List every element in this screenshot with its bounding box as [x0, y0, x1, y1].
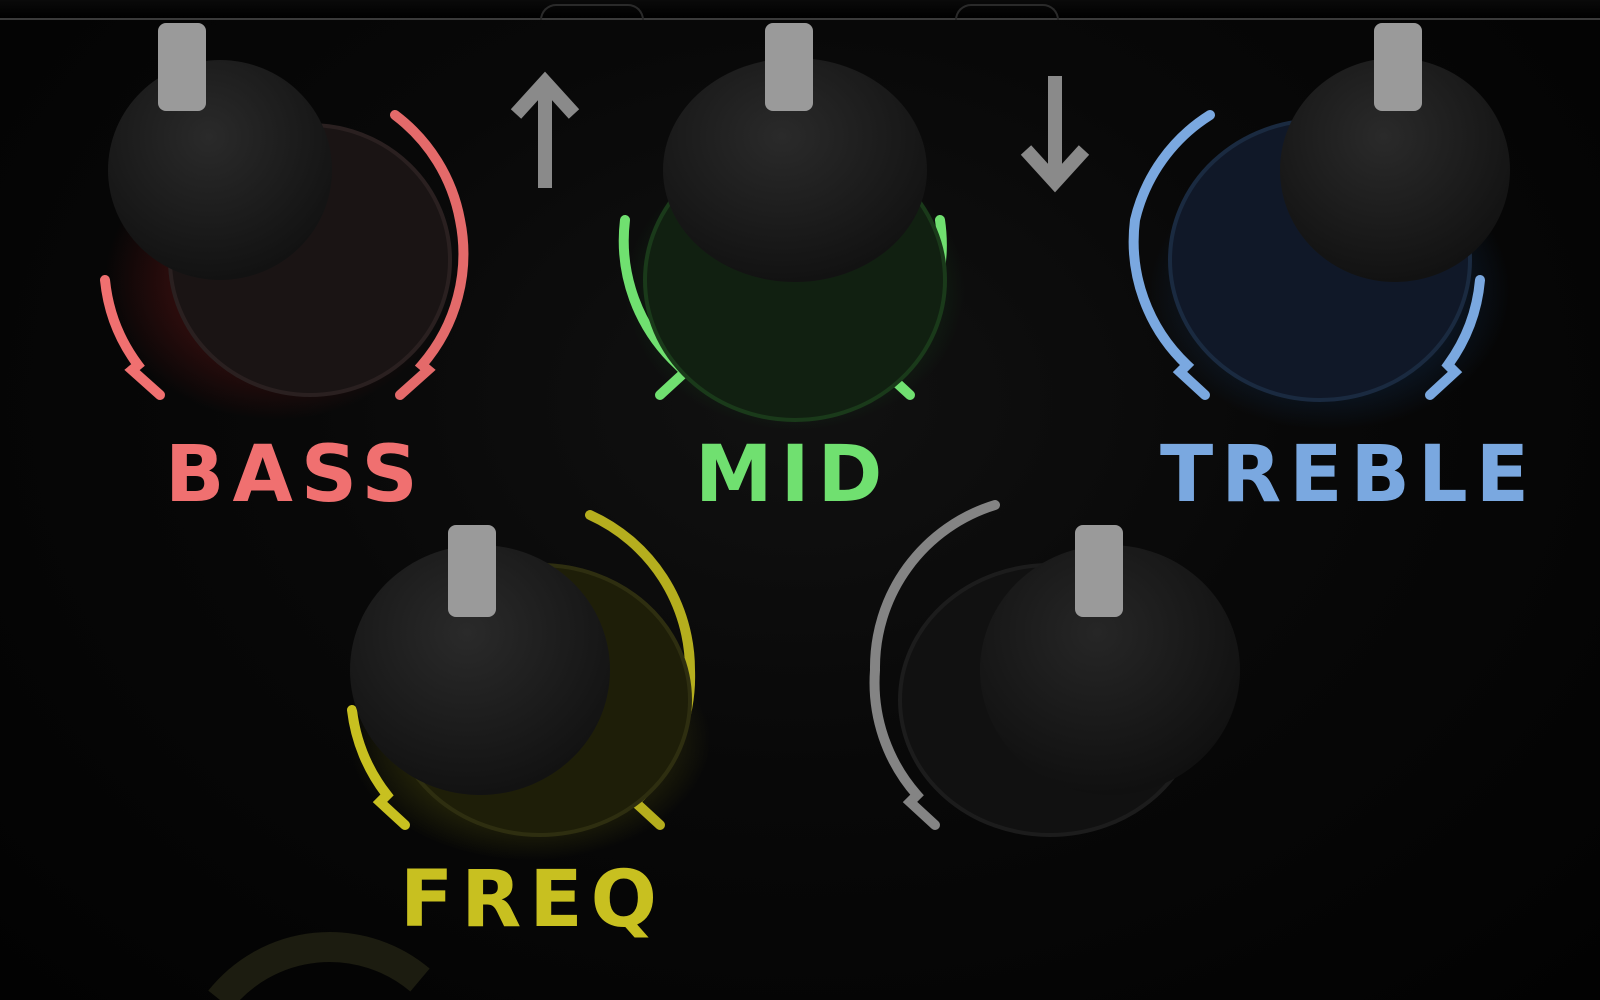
bass-pointer — [158, 23, 206, 111]
panel-clip-right — [955, 4, 1059, 20]
freq-pointer — [448, 525, 496, 617]
freq-knob[interactable] — [340, 510, 740, 860]
treble-knob[interactable] — [1128, 20, 1550, 430]
treble-pointer — [1374, 23, 1422, 111]
panel-clip-left — [540, 4, 644, 20]
panel-top-edge — [0, 0, 1600, 20]
eq-control-panel: BASS MID TREBLE FREQ — [0, 0, 1600, 1000]
bass-knob[interactable] — [60, 20, 480, 420]
treble-label: TREBLE — [1160, 430, 1537, 520]
freq-knob-graphic — [347, 510, 710, 860]
partial-knob-bottom — [200, 920, 440, 1000]
mid-knob-graphic — [618, 23, 965, 430]
arrow-down-icon — [1020, 70, 1090, 199]
mid-pointer — [765, 23, 813, 111]
unlabeled-knob[interactable] — [869, 500, 1260, 850]
mid-label: MID — [695, 430, 891, 520]
unlabeled-pointer — [1075, 525, 1123, 617]
mid-knob[interactable] — [600, 20, 990, 430]
arrow-up-icon — [510, 70, 580, 199]
bass-knob-graphic — [100, 23, 469, 420]
unlabeled-knob-graphic — [869, 500, 1240, 837]
treble-knob-graphic — [1128, 23, 1510, 430]
bass-label: BASS — [165, 430, 426, 520]
